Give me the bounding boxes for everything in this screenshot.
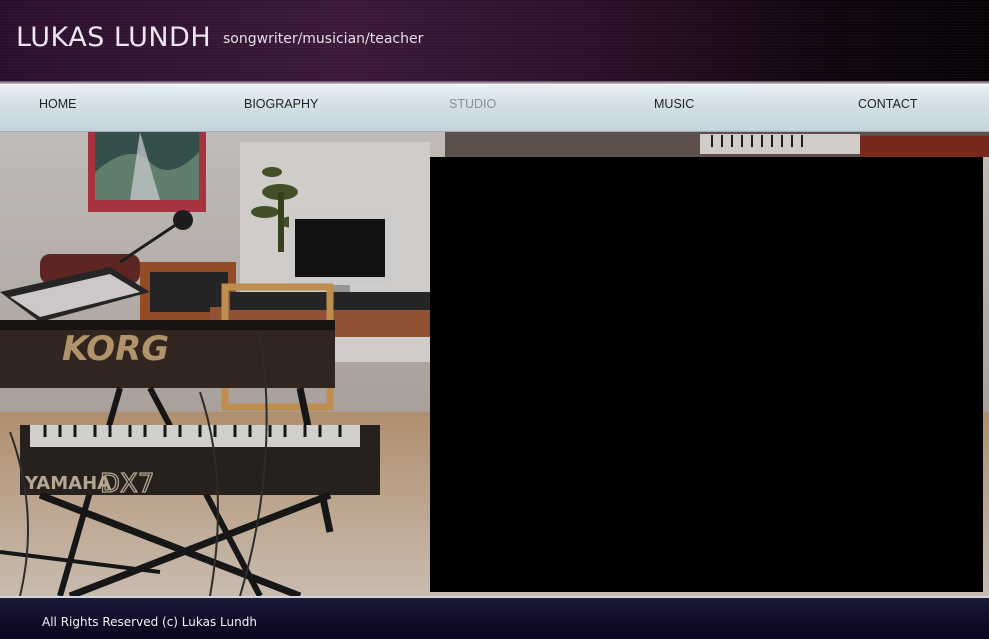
nav-item-contact[interactable]: CONTACT: [858, 97, 918, 111]
main-content: KORG YAMAHA DX7: [0, 132, 989, 596]
nav-item-studio[interactable]: STUDIO: [449, 97, 496, 111]
site-tagline: songwriter/musician/teacher: [223, 31, 424, 47]
nav-item-home[interactable]: HOME: [39, 97, 77, 111]
nav-item-biography[interactable]: BIOGRAPHY: [244, 97, 318, 111]
nav-item-music[interactable]: MUSIC: [654, 97, 694, 111]
footer-copyright: All Rights Reserved (c) Lukas Lundh: [42, 615, 257, 629]
video-player[interactable]: [430, 157, 983, 592]
page: LUKAS LUNDH songwriter/musician/teacher …: [0, 0, 989, 639]
site-header: LUKAS LUNDH songwriter/musician/teacher: [0, 0, 989, 84]
site-footer: All Rights Reserved (c) Lukas Lundh: [0, 596, 989, 639]
site-title[interactable]: LUKAS LUNDH: [16, 22, 211, 53]
main-nav: HOME BIOGRAPHY STUDIO MUSIC CONTACT: [0, 84, 989, 132]
